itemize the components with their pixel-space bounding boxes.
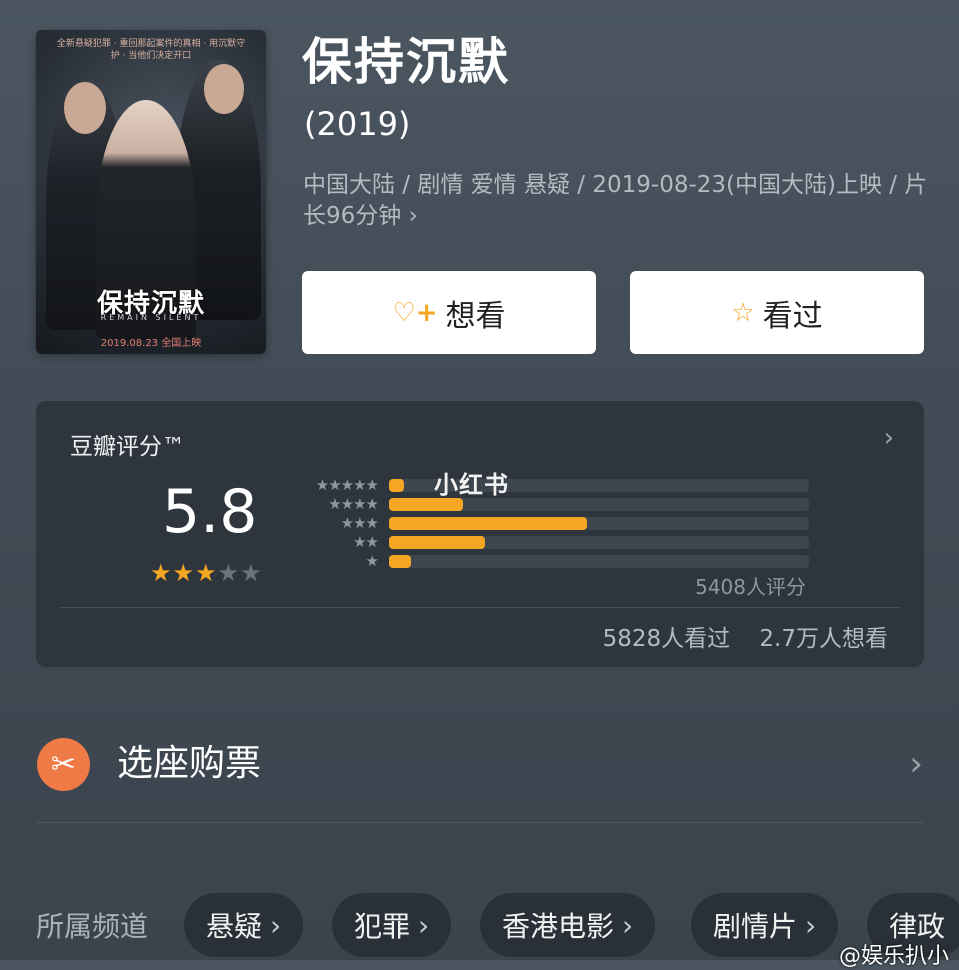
- star-filled-icon: ★: [150, 559, 173, 587]
- poster-head-right: [204, 64, 244, 114]
- rating-votes: 5408人评分: [695, 575, 806, 599]
- distribution-stars-label: ★: [365, 552, 379, 570]
- divider: [60, 607, 900, 608]
- seen-count[interactable]: 5828人看过: [603, 626, 731, 652]
- chevron-right-icon: ›: [805, 908, 817, 942]
- chevron-right-icon[interactable]: ›: [884, 423, 894, 453]
- distribution-bar-fill: [389, 536, 485, 549]
- poster-tagline: 全新悬疑犯罪 · 重回那起案件的真相 · 用沉默守护 · 当他们决定开口: [56, 39, 246, 61]
- channel-chip[interactable]: 悬疑 ›: [184, 893, 304, 957]
- watermark-text: 小红书: [434, 471, 509, 499]
- chevron-right-icon: ›: [418, 908, 430, 942]
- distribution-stars-label: ★★★: [340, 514, 379, 532]
- chevron-right-icon[interactable]: ›: [909, 744, 923, 784]
- distribution-bar-fill: [389, 517, 587, 530]
- channels-label: 所属频道: [36, 910, 149, 943]
- star-empty-icon: ★: [240, 559, 263, 587]
- movie-meta-text: 中国大陆 / 剧情 爱情 悬疑 / 2019-08-23(中国大陆)上映 / 片…: [303, 172, 928, 229]
- rating-stars: ★★★★★: [150, 559, 263, 587]
- distribution-bar-track: [389, 536, 809, 549]
- want-to-watch-label: 想看: [445, 298, 506, 334]
- star-empty-icon: ★: [217, 559, 241, 587]
- ticket-icon[interactable]: ✂: [37, 738, 90, 791]
- chevron-right-icon: ›: [270, 908, 282, 942]
- distribution-stars-label: ★★: [353, 533, 379, 551]
- channel-chip-label: 剧情片: [713, 910, 798, 943]
- star-outline-icon: ☆: [731, 297, 755, 328]
- credit-watermark: @娱乐扒小: [838, 944, 949, 969]
- rating-score: 5.8: [162, 477, 258, 547]
- want-count[interactable]: 2.7万人想看: [759, 626, 888, 652]
- distribution-bar-fill: [389, 479, 404, 492]
- rating-stats: 5828人看过 2.7万人想看: [581, 619, 888, 653]
- distribution-bar-track: [389, 555, 809, 568]
- star-filled-icon: ★: [195, 559, 218, 587]
- channel-chip[interactable]: 犯罪 ›: [332, 893, 452, 957]
- want-to-watch-button[interactable]: ♡+ 想看: [302, 271, 596, 354]
- distribution-bar-track: [389, 517, 809, 530]
- channel-chip-label: 犯罪: [354, 910, 411, 943]
- chevron-right-icon: ›: [622, 908, 634, 942]
- watched-button[interactable]: ☆ 看过: [630, 271, 924, 354]
- chevron-right-icon: ›: [408, 203, 418, 229]
- channel-chip[interactable]: 剧情片 ›: [691, 893, 839, 957]
- movie-title: 保持沉默: [302, 33, 510, 91]
- rating-label: 豆瓣评分™: [70, 434, 185, 460]
- heart-plus-icon: ♡+: [392, 297, 438, 328]
- buy-ticket-label[interactable]: 选座购票: [117, 740, 261, 788]
- movie-year: (2019): [304, 105, 411, 143]
- distribution-bar-fill: [389, 555, 411, 568]
- star-filled-icon: ★: [172, 559, 196, 587]
- channel-chip[interactable]: 香港电影 ›: [480, 893, 656, 957]
- channel-chip-label: 悬疑: [206, 910, 263, 943]
- watched-label: 看过: [762, 298, 823, 334]
- poster-head-left: [64, 82, 106, 134]
- divider: [36, 822, 923, 823]
- movie-poster[interactable]: 全新悬疑犯罪 · 重回那起案件的真相 · 用沉默守护 · 当他们决定开口 保持沉…: [36, 30, 266, 354]
- channel-chip-label: 香港电影: [502, 910, 615, 943]
- distribution-stars-label: ★★★★★: [315, 476, 379, 494]
- poster-date: 2019.08.23 全国上映: [100, 338, 202, 349]
- movie-meta[interactable]: 中国大陆 / 剧情 爱情 悬疑 / 2019-08-23(中国大陆)上映 / 片…: [303, 170, 928, 232]
- rating-card[interactable]: 豆瓣评分™ › 5.8 ★★★★★ ★★★★★ ★★★★ ★★★ ★★ ★ 小红书 54…: [36, 401, 924, 667]
- poster-subtitle: REMAIN SILENT: [100, 313, 202, 322]
- distribution-stars-label: ★★★★: [328, 495, 379, 513]
